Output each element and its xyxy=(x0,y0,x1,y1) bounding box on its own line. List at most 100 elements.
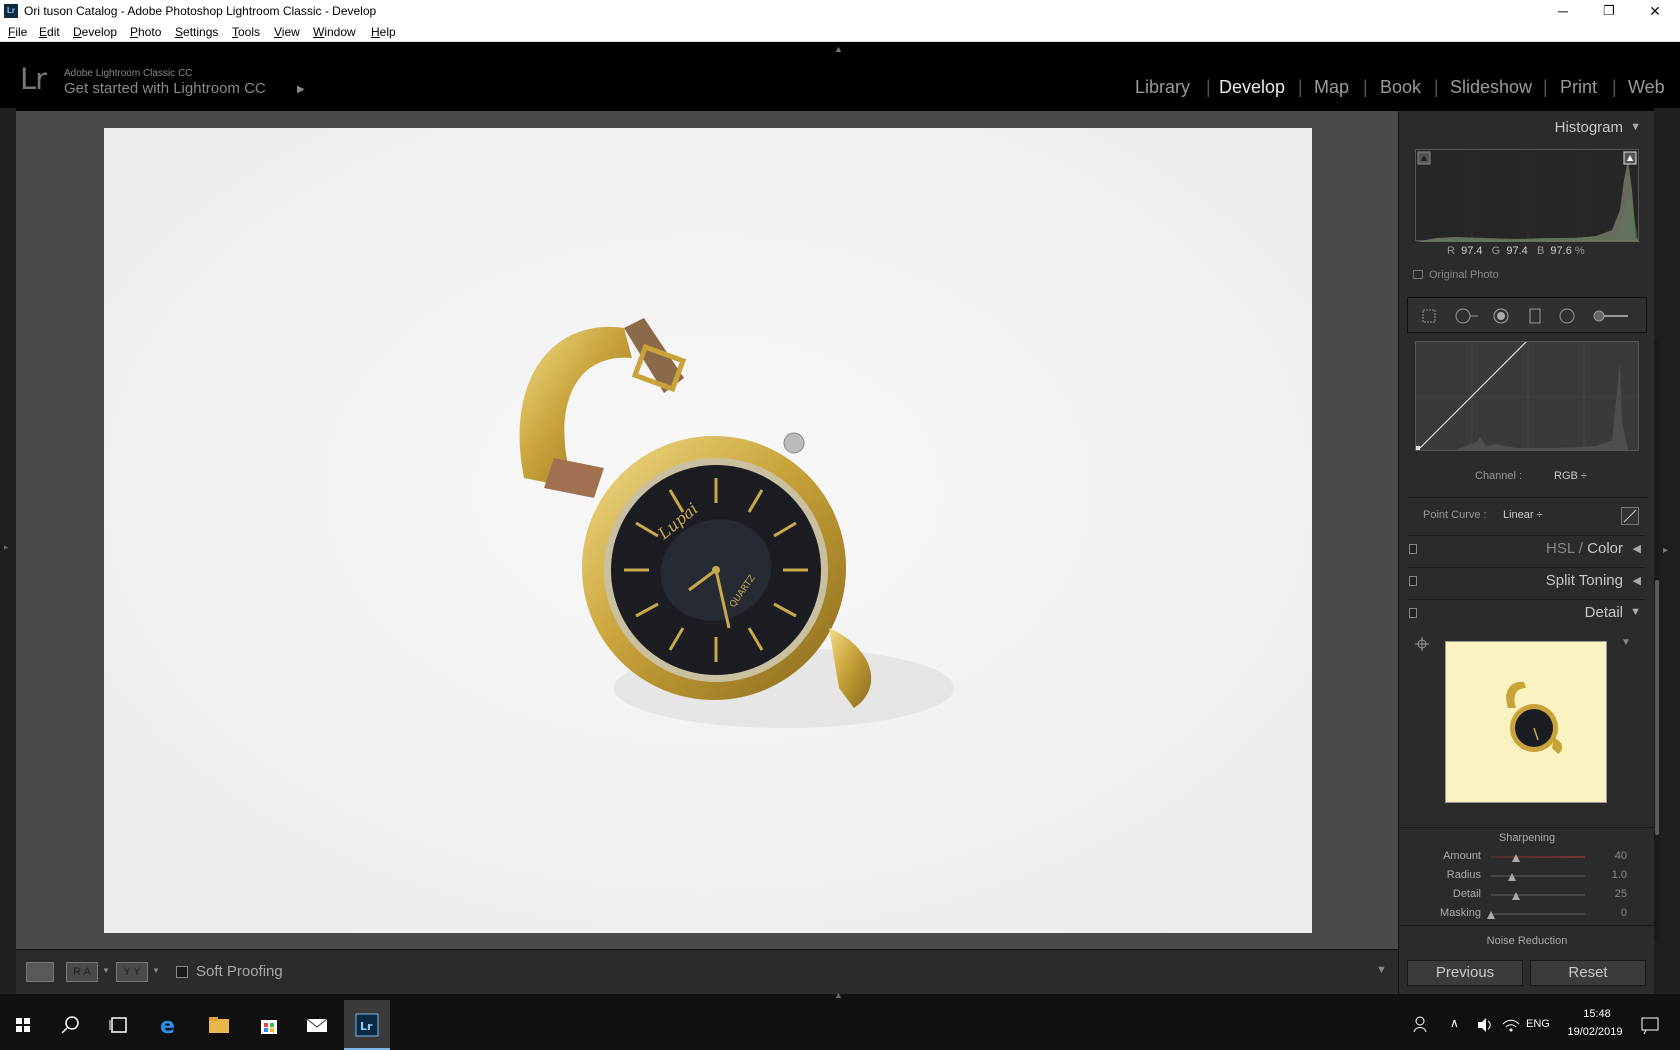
menu-file[interactable]: File xyxy=(8,25,27,39)
volume-icon[interactable] xyxy=(1474,1010,1496,1040)
split-toning-expand-icon[interactable]: ◀ xyxy=(1633,574,1641,587)
detail-target-icon[interactable] xyxy=(1415,637,1429,651)
module-picker-bar: ▲ Lr Adobe Lightroom Classic CC Get star… xyxy=(0,42,1680,108)
point-curve-select[interactable]: Linear ÷ xyxy=(1503,509,1543,521)
module-book[interactable]: Book xyxy=(1380,77,1421,98)
input-language-indicator[interactable]: ENG xyxy=(1526,1018,1550,1030)
tone-curve-graph[interactable] xyxy=(1415,341,1639,451)
detail-slider-knob[interactable] xyxy=(1512,892,1521,900)
filmstrip-toggle-icon[interactable]: ▲ xyxy=(834,990,843,1000)
wifi-icon[interactable] xyxy=(1500,1010,1522,1040)
restore-button[interactable]: ❐ xyxy=(1586,0,1632,22)
clock-time[interactable]: 15:48 xyxy=(1572,1008,1622,1020)
people-icon[interactable] xyxy=(1411,1010,1433,1040)
loupe-view-button[interactable] xyxy=(26,962,54,982)
mail-icon[interactable] xyxy=(302,1010,332,1040)
action-center-icon[interactable] xyxy=(1638,1010,1662,1040)
menu-view[interactable]: View xyxy=(274,25,300,39)
clock-date[interactable]: 19/02/2019 xyxy=(1560,1026,1630,1038)
store-icon[interactable] xyxy=(254,1010,284,1040)
detail-zoom-preview[interactable] xyxy=(1445,641,1607,803)
histogram-plot xyxy=(1416,150,1640,242)
right-panel-scroll-thumb[interactable] xyxy=(1655,580,1659,835)
play-arrow-icon[interactable]: ▶ xyxy=(297,84,305,95)
menu-tools[interactable]: Tools xyxy=(232,25,260,39)
view-options-dropdown-icon[interactable]: ▼ xyxy=(152,966,160,975)
left-panel-collapsed[interactable]: ▸ xyxy=(0,108,16,998)
edge-browser-icon[interactable]: e xyxy=(154,1010,184,1040)
original-photo-toggle[interactable]: Original Photo xyxy=(1413,269,1499,281)
radius-slider[interactable] xyxy=(1491,875,1585,877)
menu-photo[interactable]: Photo xyxy=(130,25,161,39)
lightroom-taskbar-icon[interactable]: Lr xyxy=(352,1010,382,1040)
detail-value[interactable]: 25 xyxy=(1589,888,1627,900)
start-windows-icon[interactable] xyxy=(8,1010,38,1040)
soft-proofing-checkbox[interactable] xyxy=(176,966,188,978)
point-curve-edit-icon[interactable] xyxy=(1621,507,1639,525)
module-web[interactable]: Web xyxy=(1628,77,1665,98)
hsl-expand-icon[interactable]: ◀ xyxy=(1633,542,1641,555)
hsl-color-panel-header[interactable]: HSL / Color ◀ xyxy=(1407,535,1645,561)
detail-preview-image xyxy=(1446,642,1606,802)
menu-edit[interactable]: Edit xyxy=(39,25,60,39)
module-slideshow[interactable]: Slideshow xyxy=(1450,77,1532,98)
before-after-dropdown-icon[interactable]: ▼ xyxy=(102,966,110,975)
masking-slider-knob[interactable] xyxy=(1487,911,1495,919)
toolbar-content-dropdown-icon[interactable]: ▼ xyxy=(1376,964,1387,976)
reset-button[interactable]: Reset xyxy=(1530,960,1646,986)
menu-develop[interactable]: Develop xyxy=(73,25,117,39)
file-explorer-icon[interactable] xyxy=(204,1010,234,1040)
before-after-lr-button[interactable]: R A xyxy=(66,962,98,982)
masking-value[interactable]: 0 xyxy=(1589,907,1627,919)
module-map[interactable]: Map xyxy=(1314,77,1349,98)
menu-settings[interactable]: Settings xyxy=(175,25,218,39)
collapse-right-panel-icon[interactable]: ▸ xyxy=(1663,545,1668,556)
histogram-graph[interactable] xyxy=(1415,149,1640,242)
task-view-icon[interactable] xyxy=(104,1010,134,1040)
detail-collapse-icon[interactable]: ▼ xyxy=(1630,606,1641,618)
histogram-collapse-icon[interactable]: ▼ xyxy=(1630,121,1641,133)
get-started-link[interactable]: Get started with Lightroom CC xyxy=(64,80,266,97)
close-button[interactable]: ✕ xyxy=(1632,0,1678,22)
expand-left-panel-icon[interactable]: ▸ xyxy=(4,542,9,553)
detail-panel-header[interactable]: Detail ▼ xyxy=(1407,599,1645,625)
radius-value[interactable]: 1.0 xyxy=(1589,869,1627,881)
lightroom-taskbar-text: Lr xyxy=(360,1020,373,1033)
hsl-tab[interactable]: HSL xyxy=(1546,540,1575,557)
color-tab[interactable]: Color xyxy=(1587,540,1623,557)
top-panel-toggle-icon[interactable]: ▲ xyxy=(834,44,843,54)
blue-label: B xyxy=(1536,245,1545,257)
module-print[interactable]: Print xyxy=(1560,77,1597,98)
previous-button[interactable]: Previous xyxy=(1407,960,1523,986)
module-develop[interactable]: Develop xyxy=(1219,77,1285,98)
minimize-button[interactable]: ─ xyxy=(1540,0,1586,22)
adjustment-brush-icon[interactable] xyxy=(1592,307,1632,325)
show-hidden-icons-chevron-icon[interactable]: ∧ xyxy=(1450,1016,1459,1030)
menu-help[interactable]: Help xyxy=(371,25,396,39)
graduated-filter-icon[interactable] xyxy=(1526,307,1544,325)
window-title-bar: Lr Ori tuson Catalog - Adobe Photoshop L… xyxy=(0,0,1680,22)
hsl-panel-switch-icon[interactable] xyxy=(1409,544,1417,554)
crop-icon[interactable] xyxy=(1420,307,1438,325)
masking-slider[interactable] xyxy=(1491,913,1585,915)
photo-preview[interactable]: Lupai QUARTZ xyxy=(104,128,1312,933)
spot-removal-icon[interactable] xyxy=(1454,307,1480,325)
detail-switch-icon[interactable] xyxy=(1409,608,1417,618)
search-icon[interactable] xyxy=(56,1010,86,1040)
red-eye-icon[interactable] xyxy=(1492,307,1510,325)
detail-preview-toggle-icon[interactable]: ▼ xyxy=(1621,637,1631,648)
before-after-tb-button[interactable]: Y Y xyxy=(116,962,148,982)
amount-slider[interactable] xyxy=(1491,856,1585,858)
channel-select[interactable]: RGB ÷ xyxy=(1554,470,1587,482)
histogram-panel-header[interactable]: Histogram ▼ xyxy=(1407,115,1645,141)
detail-slider[interactable] xyxy=(1491,894,1585,896)
sharpening-title: Sharpening xyxy=(1498,832,1556,844)
menu-window[interactable]: Window xyxy=(313,25,356,39)
amount-slider-knob[interactable] xyxy=(1512,854,1521,862)
split-toning-panel-header[interactable]: Split Toning ◀ xyxy=(1407,567,1645,593)
amount-value[interactable]: 40 xyxy=(1589,850,1627,862)
module-library[interactable]: Library xyxy=(1135,77,1190,98)
radius-slider-knob[interactable] xyxy=(1507,873,1516,881)
split-toning-switch-icon[interactable] xyxy=(1409,576,1417,586)
radial-filter-icon[interactable] xyxy=(1558,307,1576,325)
